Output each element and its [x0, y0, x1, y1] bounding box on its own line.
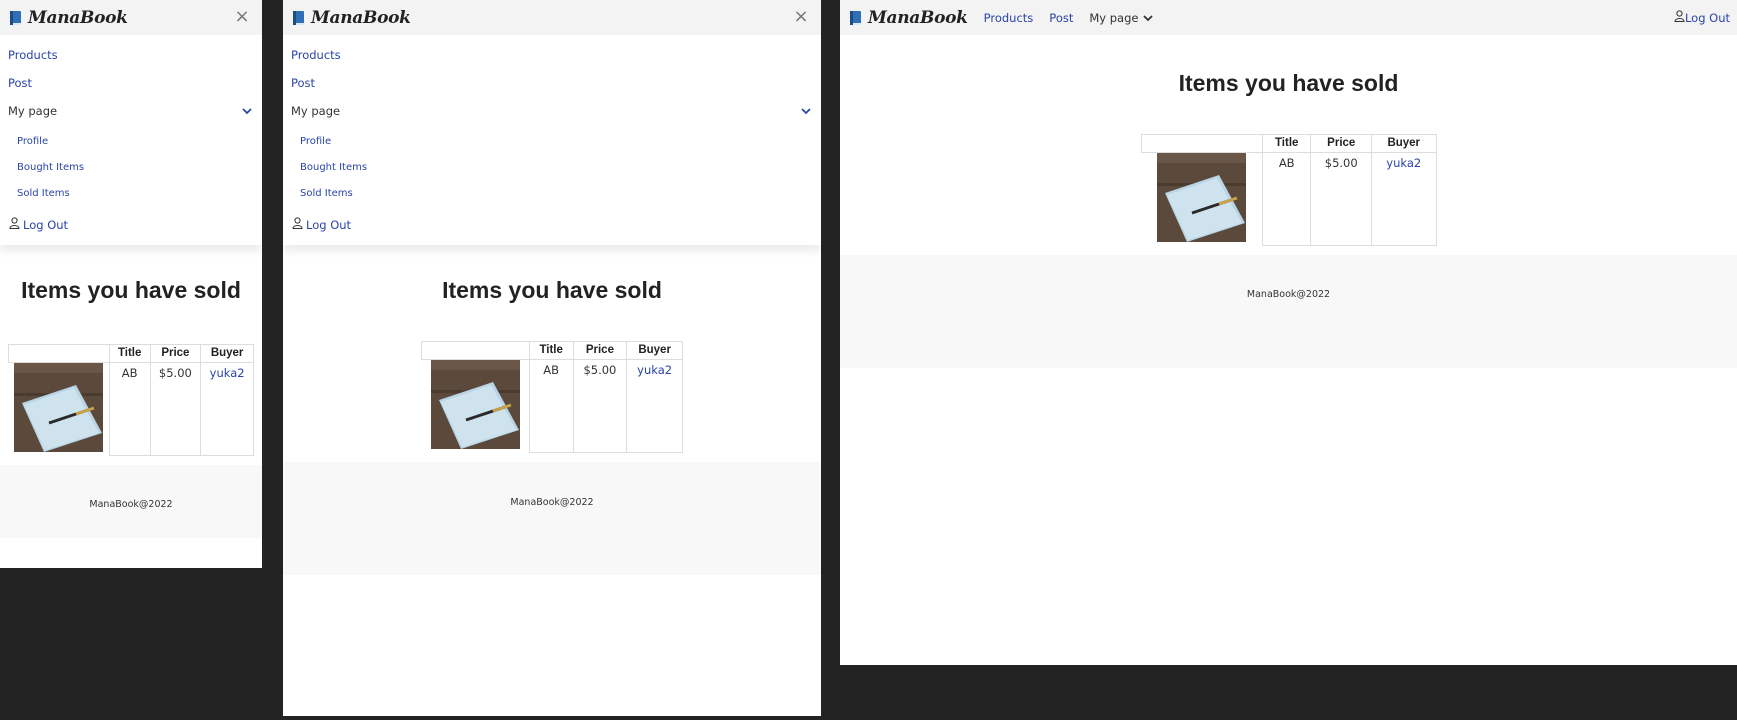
item-thumbnail[interactable]: [9, 363, 109, 455]
nav-menu: Products Post My page Profile Bought Ite…: [0, 35, 262, 245]
brand-name: ManaBook: [28, 7, 128, 28]
footer: ManaBook@2022: [283, 461, 821, 575]
logout-label: Log Out: [306, 218, 352, 232]
menu-item-products[interactable]: Products: [0, 41, 262, 69]
submenu-item-sold-items[interactable]: Sold Items: [283, 181, 821, 207]
column-header-price: Price: [149, 344, 202, 363]
brand-link[interactable]: ManaBook: [9, 8, 128, 28]
logout-link[interactable]: Log Out: [0, 207, 262, 243]
menu-item-post[interactable]: Post: [0, 69, 262, 97]
item-image-cell: [421, 359, 530, 452]
item-title: AB: [528, 359, 574, 453]
page-title: Items you have sold: [1178, 70, 1399, 96]
column-header-image: [8, 344, 110, 363]
menu-item-my-page-label: My page: [8, 104, 58, 118]
table-header-row: Title Price Buyer: [8, 344, 254, 363]
column-header-buyer: Buyer: [626, 341, 683, 360]
item-image-cell: [8, 362, 110, 455]
buyer-link[interactable]: yuka2: [1386, 156, 1421, 170]
page-title: Items you have sold: [21, 277, 241, 303]
table-row: AB $5.00 yuka2: [1141, 152, 1437, 246]
user-icon: [9, 207, 23, 243]
item-buyer-cell: yuka2: [200, 362, 254, 456]
item-title: AB: [1261, 152, 1312, 246]
submenu-item-profile[interactable]: Profile: [0, 129, 262, 155]
submenu-item-profile[interactable]: Profile: [283, 129, 821, 155]
sold-items-table: Title Price Buyer AB $5.00 yuka2: [8, 344, 254, 456]
table-row: AB $5.00 yuka2: [421, 359, 683, 453]
page-title: Items you have sold: [442, 277, 662, 303]
item-buyer-cell: yuka2: [1371, 152, 1437, 246]
column-header-image: [1140, 134, 1263, 153]
column-header-buyer: Buyer: [1371, 134, 1437, 153]
mobile-wide-view: ManaBook × Products Post My page Profile…: [283, 0, 821, 716]
footer: ManaBook@2022: [840, 254, 1737, 368]
item-buyer-cell: yuka2: [626, 359, 683, 453]
menu-item-my-page-label: My page: [291, 104, 341, 118]
menu-item-post[interactable]: Post: [283, 69, 821, 97]
close-icon[interactable]: ×: [234, 8, 250, 26]
brand-link[interactable]: ManaBook: [849, 8, 968, 28]
table-row: AB $5.00 yuka2: [8, 362, 254, 456]
nav-menu: Products Post My page Profile Bought Ite…: [283, 35, 821, 245]
item-title: AB: [108, 362, 151, 456]
user-icon: [292, 207, 306, 243]
item-image-cell: [1141, 152, 1263, 245]
column-header-buyer: Buyer: [200, 344, 254, 363]
brand-name: ManaBook: [311, 7, 411, 28]
buyer-link[interactable]: yuka2: [210, 366, 245, 380]
logout-label: Log Out: [23, 218, 69, 232]
submenu-item-sold-items[interactable]: Sold Items: [0, 181, 262, 207]
sold-items-table: Title Price Buyer AB $5.00 yuka2: [1140, 134, 1437, 246]
item-price: $5.00: [149, 362, 202, 456]
column-header-price: Price: [1310, 134, 1372, 153]
nav-dropdown-my-page[interactable]: My page: [1089, 10, 1154, 25]
item-thumbnail[interactable]: [422, 360, 529, 452]
mobile-narrow-view: ManaBook × Products Post My page Profile…: [0, 0, 262, 568]
chevron-down-icon: [242, 97, 252, 125]
nav-link-products[interactable]: Products: [984, 11, 1034, 25]
footer: ManaBook@2022: [0, 464, 262, 538]
logout-label: Log Out: [1684, 10, 1730, 25]
book-icon: [9, 10, 23, 26]
item-thumbnail[interactable]: [1141, 153, 1262, 245]
submenu-item-bought-items[interactable]: Bought Items: [0, 155, 262, 181]
user-icon: [1674, 10, 1685, 25]
brand-name: ManaBook: [868, 7, 968, 28]
logout-link[interactable]: Log Out: [283, 207, 821, 243]
menu-item-products[interactable]: Products: [283, 41, 821, 69]
brand-link[interactable]: ManaBook: [292, 8, 411, 28]
main-content: Items you have sold Title Price Buyer AB…: [840, 35, 1737, 246]
column-header-title: Title: [528, 341, 574, 360]
chevron-down-icon: [801, 97, 811, 125]
column-header-title: Title: [108, 344, 151, 363]
desktop-view: ManaBook Products Post My page Log Out I…: [840, 0, 1737, 665]
nav-link-post[interactable]: Post: [1049, 11, 1073, 25]
table-header-row: Title Price Buyer: [1140, 134, 1437, 153]
buyer-link[interactable]: yuka2: [637, 363, 672, 377]
nav-dropdown-my-page-label: My page: [1089, 10, 1139, 25]
logout-link[interactable]: Log Out: [1674, 10, 1730, 25]
book-icon: [292, 10, 306, 26]
item-price: $5.00: [572, 359, 628, 453]
chevron-down-icon: [1143, 11, 1154, 25]
submenu-item-bought-items[interactable]: Bought Items: [283, 155, 821, 181]
book-icon: [849, 10, 863, 26]
menu-item-my-page[interactable]: My page: [283, 97, 821, 125]
item-price: $5.00: [1310, 152, 1372, 246]
main-content: Items you have sold Title Price Buyer AB…: [0, 245, 262, 456]
menu-item-my-page[interactable]: My page: [0, 97, 262, 125]
column-header-title: Title: [1261, 134, 1312, 153]
table-header-row: Title Price Buyer: [421, 341, 683, 360]
main-content: Items you have sold Title Price Buyer AB…: [283, 245, 821, 453]
navbar: ManaBook Products Post My page Log Out: [840, 0, 1737, 35]
column-header-image: [421, 341, 530, 360]
close-icon[interactable]: ×: [793, 8, 809, 26]
navbar: ManaBook ×: [283, 0, 821, 35]
column-header-price: Price: [572, 341, 628, 360]
navbar: ManaBook ×: [0, 0, 262, 35]
sold-items-table: Title Price Buyer AB $5.00 yuka2: [421, 341, 683, 453]
